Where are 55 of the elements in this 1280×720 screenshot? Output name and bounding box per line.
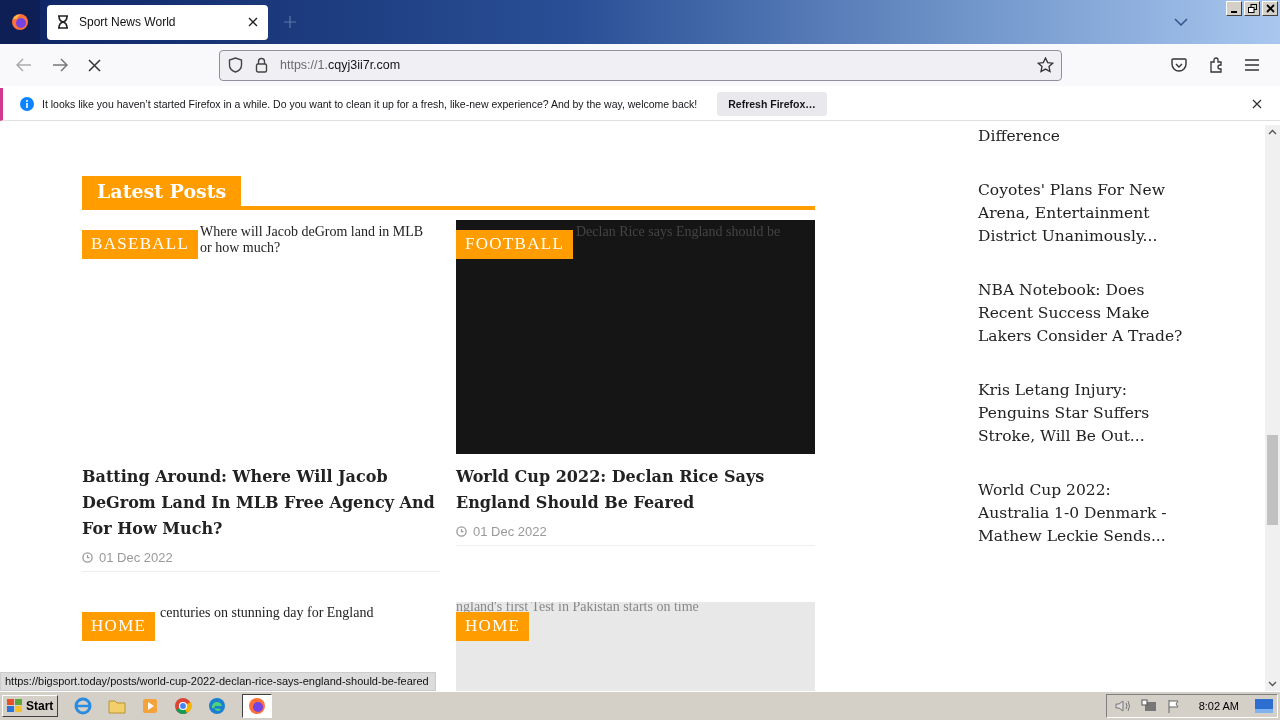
restore-icon (1247, 4, 1257, 13)
edge-icon[interactable] (208, 697, 227, 715)
scroll-down-icon[interactable] (1268, 681, 1277, 687)
sidebar-link[interactable]: Kris Letang Injury: Penguins Star Suffers Stroke, Will Be Out... (978, 379, 1183, 448)
shield-icon[interactable] (228, 57, 243, 73)
image-alt-text: or how much? (200, 240, 281, 256)
post-title[interactable]: World Cup 2022: Declan Rice Says England Should Be Feared (456, 464, 815, 516)
address-bar[interactable]: https://1.cqyj3ii7r.com (219, 49, 1062, 81)
browser-tab[interactable]: Sport News World (47, 4, 268, 40)
hourglass-icon (57, 15, 69, 29)
minimize-button[interactable] (1226, 1, 1242, 16)
image-alt-text: ngland's first Test in Pakistan starts on time (456, 602, 699, 615)
flag-icon[interactable] (1166, 699, 1181, 713)
post-date: 01 Dec 2022 (473, 524, 547, 539)
star-icon[interactable] (1037, 57, 1054, 73)
close-icon[interactable] (1252, 99, 1262, 109)
sidebar-link[interactable]: World Cup 2022: Australia 1-0 Denmark - Mathew Leckie Sends... (978, 479, 1183, 548)
scrollbar-thumb[interactable] (1267, 435, 1278, 525)
start-button[interactable]: Start (2, 695, 59, 717)
clock: 8:02 AM (1198, 700, 1239, 712)
windows-logo-icon (7, 699, 23, 713)
minimize-icon (1231, 10, 1237, 13)
sidebar-link[interactable]: NBA Notebook: Does Recent Success Make Lakers Consider A Trade? (978, 279, 1183, 348)
status-link-url: https://bigsport.today/posts/world-cup-2022-declan-rice-says-england-should-be-feared (0, 672, 436, 691)
info-icon (20, 97, 34, 111)
restore-button[interactable] (1244, 1, 1260, 16)
chevron-down-icon[interactable] (1174, 18, 1188, 26)
sidebar-link[interactable]: Coyotes' Plans For New Arena, Entertainment District Unanimously... (978, 179, 1183, 248)
chrome-icon[interactable] (174, 697, 193, 715)
pocket-icon[interactable] (1171, 57, 1187, 73)
post-title[interactable]: Batting Around: Where Will Jacob DeGrom Land In MLB Free Agency And For How Much? (82, 464, 440, 542)
speaker-icon[interactable] (1114, 699, 1131, 713)
post-date: 01 Dec 2022 (99, 550, 173, 565)
image-alt-text: centuries on stunning day for England (160, 605, 374, 621)
scroll-up-icon[interactable] (1268, 129, 1277, 135)
image-alt-text: Where will Jacob deGrom land in MLB (200, 224, 424, 240)
section-heading: Latest Posts (82, 176, 242, 206)
firefox-icon[interactable] (11, 13, 29, 31)
network-icon[interactable] (1140, 699, 1157, 713)
forward-icon[interactable] (52, 58, 68, 72)
scrollbar[interactable] (1265, 125, 1280, 691)
stop-icon[interactable] (88, 58, 101, 72)
menu-icon[interactable] (1245, 59, 1259, 71)
close-icon (1265, 4, 1275, 13)
refresh-firefox-button[interactable]: Refresh Firefox… (717, 92, 827, 116)
close-icon[interactable] (248, 17, 258, 27)
lock-icon[interactable] (255, 57, 268, 73)
sidebar-link[interactable]: Difference (978, 125, 1183, 148)
clock-icon (456, 526, 467, 537)
notification-message: It looks like you haven’t started Firefox in a while. Do you want to clean it up for a fresh, like-new experience? And by the way, welcome back! (42, 98, 698, 110)
puzzle-icon[interactable] (1208, 57, 1224, 73)
firefox-icon (248, 697, 267, 715)
close-button[interactable] (1262, 1, 1278, 16)
clock-icon (82, 552, 93, 563)
firefox-taskbar-button[interactable] (242, 694, 273, 718)
